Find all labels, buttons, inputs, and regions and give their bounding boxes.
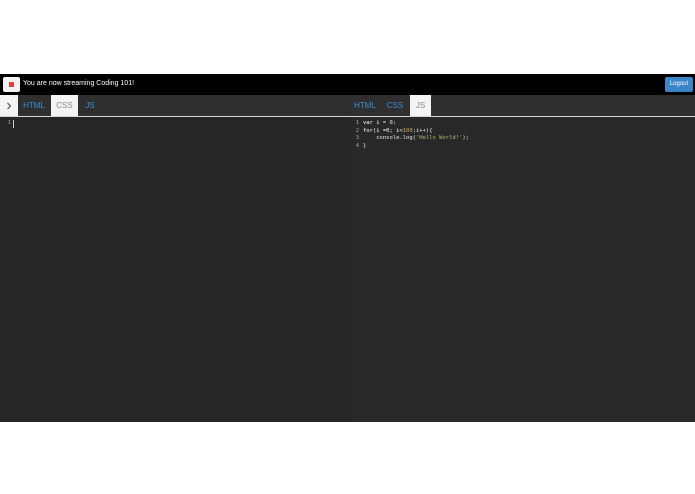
line-number: 1 xyxy=(355,120,359,126)
code-token: } xyxy=(363,142,367,149)
code-token: for(i =0; i< xyxy=(363,127,403,134)
code-line: for(i =0; i<100;i++){ xyxy=(363,128,433,136)
logout-button[interactable]: Logout xyxy=(665,77,693,92)
left-tab-bar: HTML CSS JS xyxy=(0,95,348,117)
line-number: 3 xyxy=(355,135,359,141)
code-line: var i = 0; xyxy=(363,120,396,128)
line-number-gutter: 1 xyxy=(0,117,12,422)
stop-icon xyxy=(9,82,14,87)
right-editor-pane: HTML CSS JS 1 2 3 4 var i = 0; for(i =0;… xyxy=(348,95,695,422)
stop-stream-button[interactable] xyxy=(3,77,20,92)
code-line: } xyxy=(363,143,366,151)
code-token: = 0; xyxy=(382,120,397,126)
right-tab-bar: HTML CSS JS xyxy=(348,95,695,117)
left-tab-html[interactable]: HTML xyxy=(21,95,47,116)
top-bar: You are now streaming Coding 101! Logout xyxy=(0,74,695,95)
left-tab-css[interactable]: CSS xyxy=(51,95,78,116)
code-token: console.log( xyxy=(363,135,416,141)
code-token: var i xyxy=(363,120,383,126)
line-number: 4 xyxy=(355,142,359,149)
text-cursor xyxy=(13,120,14,128)
left-editor-pane: HTML CSS JS 1 xyxy=(0,95,348,422)
js-code-editor[interactable]: 1 2 3 4 var i = 0; for(i =0; i<100;i++){… xyxy=(348,117,695,422)
code-token: ); xyxy=(462,135,469,141)
line-number: 2 xyxy=(355,127,359,134)
app-window: You are now streaming Coding 101! Logout… xyxy=(0,74,695,422)
panel-toggle-button[interactable] xyxy=(0,95,18,116)
chevron-right-icon xyxy=(7,102,12,109)
left-tab-js[interactable]: JS xyxy=(81,95,99,116)
stream-status-text: You are now streaming Coding 101! xyxy=(23,80,135,87)
right-tab-js[interactable]: JS xyxy=(410,95,431,116)
right-tab-html[interactable]: HTML xyxy=(352,95,378,116)
code-token: ;i++){ xyxy=(412,127,433,134)
code-string: 'Hello World!' xyxy=(415,135,463,141)
line-number: 1 xyxy=(7,120,11,126)
code-line: console.log('Hello World!'); xyxy=(363,135,469,143)
line-number-gutter: 1 2 3 4 xyxy=(348,117,360,422)
code-token: 100 xyxy=(402,127,413,134)
right-tab-css[interactable]: CSS xyxy=(383,95,407,116)
css-code-editor[interactable]: 1 xyxy=(0,117,348,422)
